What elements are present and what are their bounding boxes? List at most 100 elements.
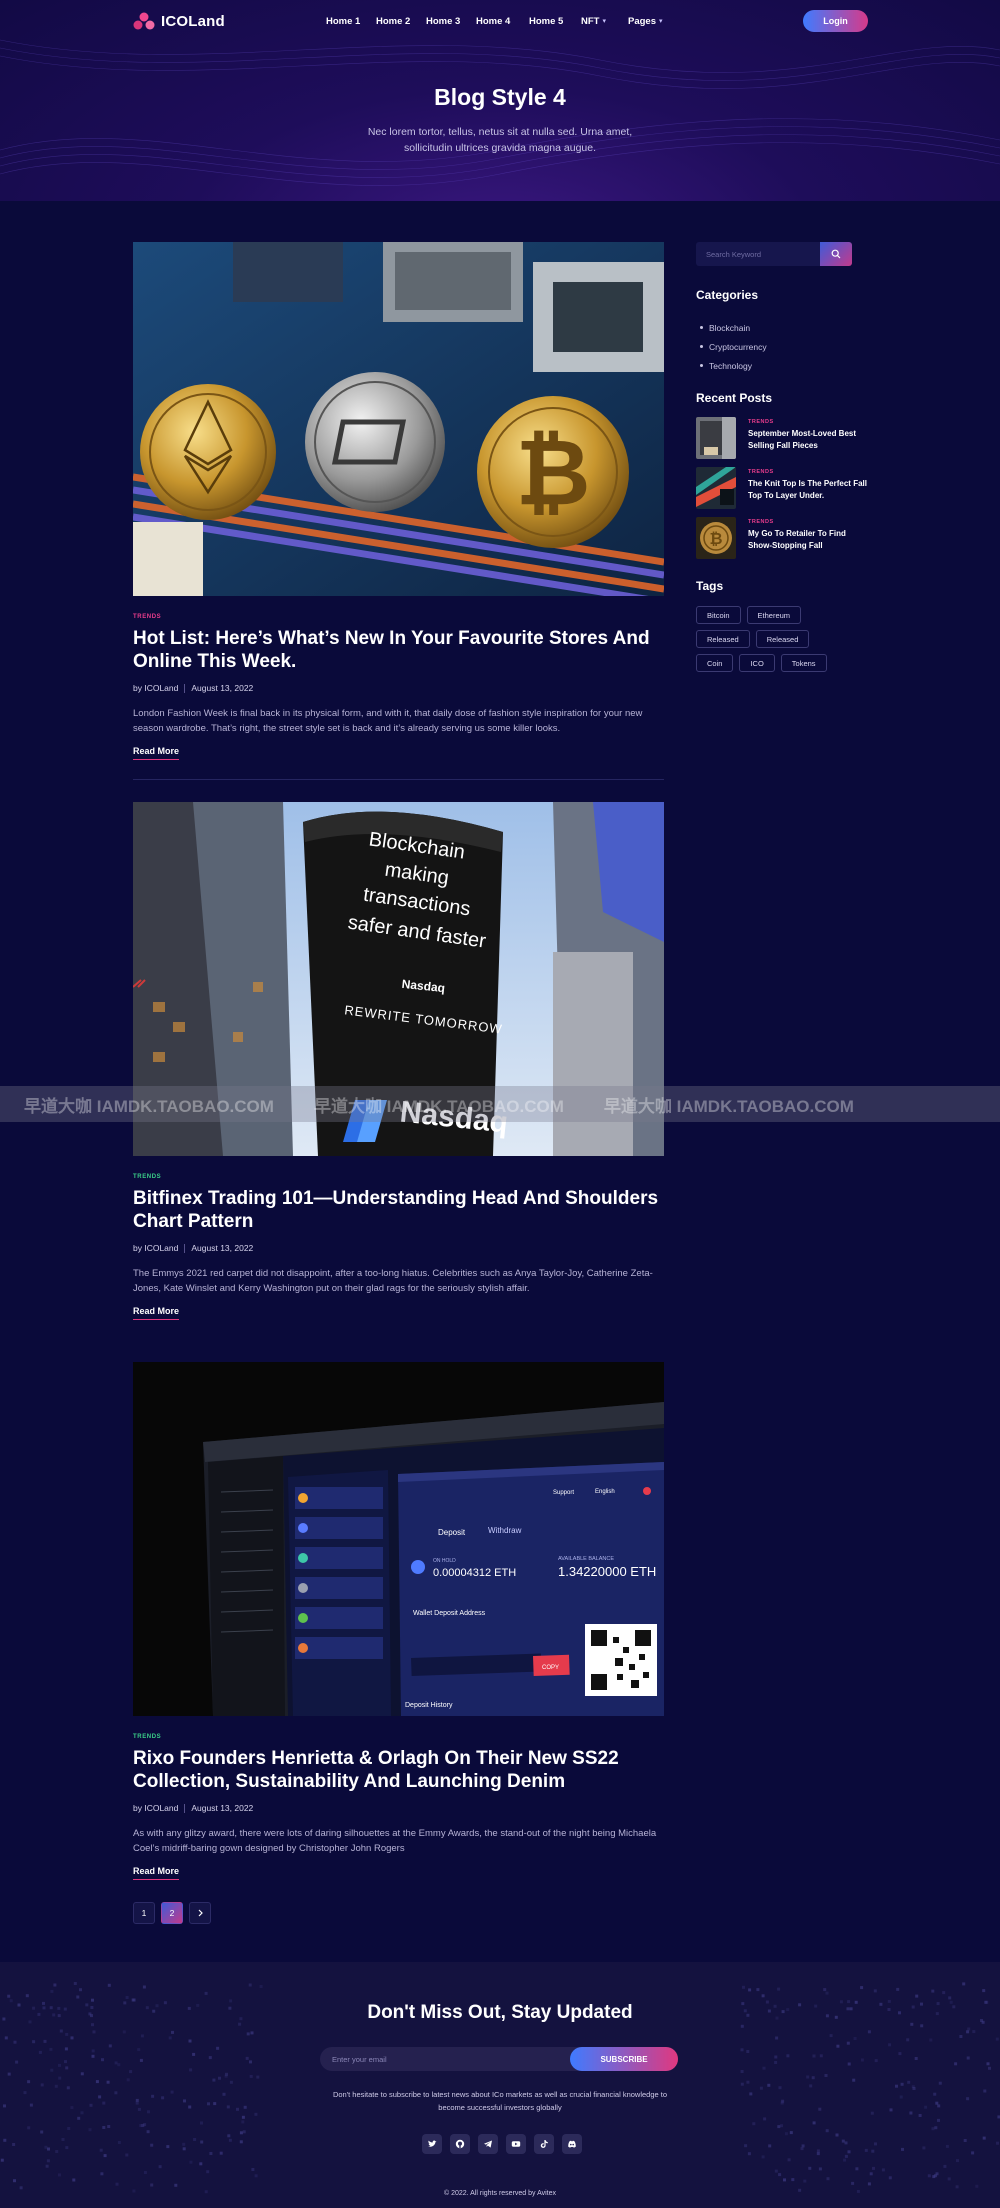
tiktok-icon: [540, 2140, 548, 2148]
recent-post-thumbnail[interactable]: ₿: [696, 517, 736, 559]
newsletter-title: Don't Miss Out, Stay Updated: [367, 2002, 633, 2023]
subscribe-button[interactable]: SUBSCRIBE: [570, 2047, 678, 2071]
post-meta: by ICOLand August 13, 2022: [133, 683, 253, 693]
recent-post-category: TRENDS: [748, 519, 774, 525]
recent-post-title[interactable]: September Most-Loved Best Selling Fall P…: [748, 428, 872, 452]
post-meta: by ICOLand August 13, 2022: [133, 1243, 253, 1253]
post-category[interactable]: TRENDS: [133, 614, 161, 620]
page-2-button[interactable]: 2: [161, 1902, 183, 1924]
wallet-balance-label: AVAILABLE BALANCE: [558, 1556, 614, 1562]
telegram-icon: [484, 2140, 492, 2148]
post-author[interactable]: by ICOLand: [133, 1243, 178, 1253]
wallet-balance-value: 1.34220000 ETH: [558, 1564, 656, 1579]
tag-released[interactable]: Released: [696, 630, 750, 648]
wallet-tab-withdraw: Withdraw: [488, 1526, 522, 1535]
footer-dot-pattern: [0, 1982, 1000, 2194]
recent-post-item[interactable]: TRENDS The Knit Top Is The Perfect Fall …: [696, 467, 871, 509]
post-author[interactable]: by ICOLand: [133, 683, 178, 693]
menu-item-home-1[interactable]: Home 1: [326, 14, 376, 28]
menu-item-home-5[interactable]: Home 5: [529, 14, 581, 28]
post-title[interactable]: Hot List: Here’s What’s New In Your Favo…: [133, 627, 664, 673]
post-excerpt: As with any glitzy award, there were lot…: [133, 1828, 657, 1854]
post-title[interactable]: Rixo Founders Henrietta & Orlagh On Thei…: [133, 1747, 664, 1793]
email-input[interactable]: [332, 2047, 552, 2071]
wallet-history-label: Deposit History: [405, 1702, 453, 1709]
category-item[interactable]: Blockchain: [700, 318, 767, 337]
post-excerpt: The Emmys 2021 red carpet did not disapp…: [133, 1268, 653, 1294]
post-date: August 13, 2022: [191, 683, 254, 693]
twitter-link[interactable]: [422, 2134, 442, 2154]
menu-item-label: Home 1: [326, 15, 361, 27]
newsletter-text: Don't hesitate to subscribe to latest ne…: [332, 2090, 668, 2112]
search-input[interactable]: [696, 242, 820, 266]
chevron-down-icon: ▾: [602, 18, 606, 25]
github-link[interactable]: [450, 2134, 470, 2154]
tag-released[interactable]: Released: [755, 630, 810, 648]
page-subtitle: Nec lorem tortor, tellus, netus sit at n…: [367, 126, 633, 154]
main-menu: Home 1 Home 2 Home 3 Home 4 Home 5 NFT ▾ Pages ▾: [326, 14, 678, 28]
watermark-text: 早道大咖 IAMDK.TAOBAO.COM: [313, 1096, 564, 1116]
recent-post-item[interactable]: ₿ TRENDS My Go To Retailer To Find Show-…: [696, 517, 871, 559]
pagination: 1 2: [133, 1902, 211, 1924]
recent-post-thumbnail[interactable]: [696, 417, 736, 459]
category-item[interactable]: Cryptocurrency: [700, 337, 767, 356]
discord-link[interactable]: [562, 2134, 582, 2154]
telegram-link[interactable]: [478, 2134, 498, 2154]
menu-item-home-2[interactable]: Home 2: [376, 14, 426, 28]
meta-divider: [184, 683, 186, 693]
tag-ico[interactable]: ICO: [739, 654, 775, 672]
footer: Don't Miss Out, Stay Updated SUBSCRIBE D…: [0, 1962, 1000, 2208]
recent-posts-heading: Recent Posts: [696, 391, 773, 405]
social-links: [422, 2134, 582, 2154]
recent-post-title[interactable]: The Knit Top Is The Perfect Fall Top To …: [748, 478, 872, 502]
logo[interactable]: ICOLand: [133, 11, 225, 31]
wallet-tab-deposit: Deposit: [438, 1528, 466, 1537]
copyright: © 2022. All rights reserved by Avitex: [443, 2190, 557, 2197]
post-category[interactable]: TRENDS: [133, 1174, 161, 1180]
recent-post-title[interactable]: My Go To Retailer To Find Show-Stopping …: [748, 528, 872, 552]
post-author[interactable]: by ICOLand: [133, 1803, 178, 1813]
post-image[interactable]: ₿: [133, 242, 664, 596]
menu-item-label: Home 2: [376, 15, 411, 27]
youtube-icon: [511, 2141, 521, 2147]
recent-post-item[interactable]: TRENDS September Most-Loved Best Selling…: [696, 417, 871, 459]
recent-post-thumbnail[interactable]: [696, 467, 736, 509]
menu-item-label: Home 3: [426, 15, 461, 27]
menu-item-pages[interactable]: Pages ▾: [628, 14, 678, 28]
post-title[interactable]: Bitfinex Trading 101—Understanding Head …: [133, 1187, 664, 1233]
wallet-on-hold-label: ON HOLD: [433, 1558, 456, 1564]
youtube-link[interactable]: [506, 2134, 526, 2154]
menu-item-nft[interactable]: NFT ▾: [581, 14, 628, 28]
tiktok-link[interactable]: [534, 2134, 554, 2154]
tag-ethereum[interactable]: Ethereum: [746, 606, 802, 624]
hero-header: ICOLand Home 1 Home 2 Home 3 Home 4 Home 5 NF…: [0, 0, 1000, 201]
post-date: August 13, 2022: [191, 1803, 254, 1813]
language-select: English: [595, 1489, 615, 1495]
post-category[interactable]: TRENDS: [133, 1734, 161, 1740]
post-date: August 13, 2022: [191, 1243, 254, 1253]
next-page-button[interactable]: [189, 1902, 211, 1924]
category-item[interactable]: Technology: [700, 356, 767, 375]
read-more-link[interactable]: Read More: [133, 746, 180, 760]
login-button[interactable]: Login: [803, 10, 868, 32]
categories-heading: Categories: [696, 288, 759, 302]
categories-list: Blockchain Cryptocurrency Technology: [700, 318, 767, 375]
read-more-link[interactable]: Read More: [133, 1306, 180, 1320]
tag-tokens[interactable]: Tokens: [780, 654, 827, 672]
tag-bitcoin[interactable]: Bitcoin: [696, 606, 741, 624]
search-button[interactable]: [820, 242, 852, 266]
meta-divider: [184, 1243, 186, 1253]
tag-coin[interactable]: Coin: [696, 654, 734, 672]
chevron-right-icon: [198, 1909, 203, 1917]
recent-post-category: TRENDS: [748, 469, 774, 475]
post-image[interactable]: Deposit Withdraw ON HOLD 0.00004312 ETH …: [133, 1362, 664, 1716]
watermark-text: 早道大咖 IAMDK.TAOBAO.COM: [603, 1096, 854, 1116]
svg-text:₿: ₿: [516, 422, 591, 524]
menu-item-home-3[interactable]: Home 3: [426, 14, 476, 28]
menu-item-home-4[interactable]: Home 4: [476, 14, 529, 28]
read-more-link[interactable]: Read More: [133, 1866, 180, 1880]
meta-divider: [184, 1803, 186, 1813]
wallet-copy-button: COPY: [542, 1665, 559, 1671]
page-1-button[interactable]: 1: [133, 1902, 155, 1924]
tags-heading: Tags: [696, 579, 724, 593]
